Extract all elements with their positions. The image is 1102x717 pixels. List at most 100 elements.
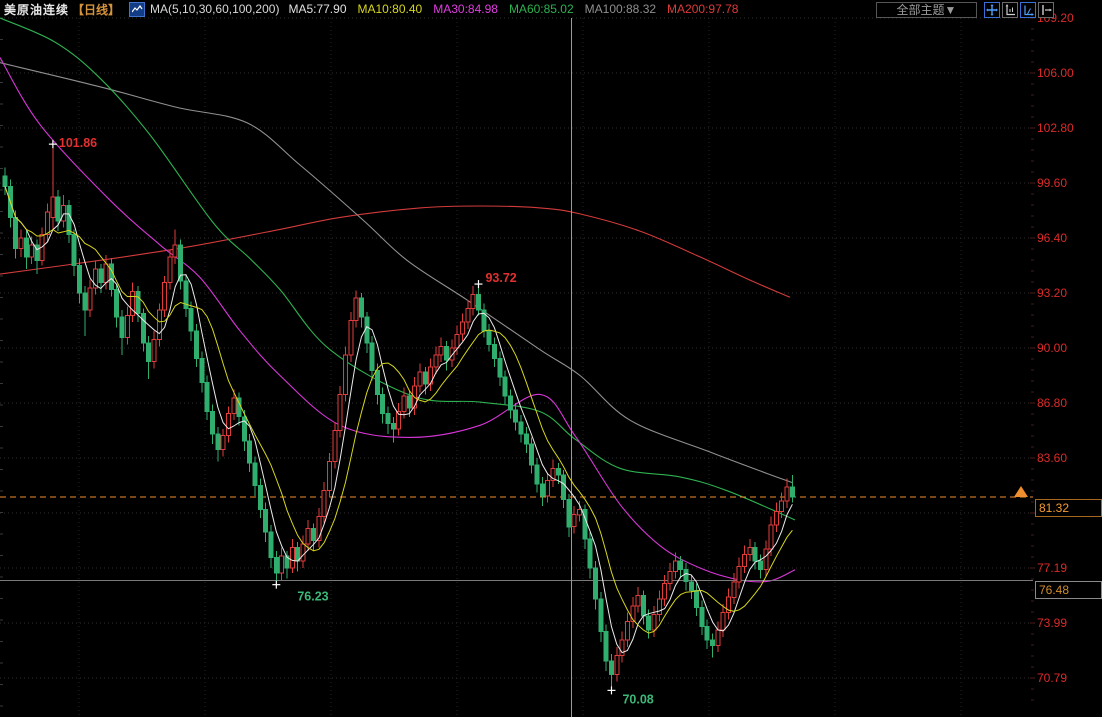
chart-canvas[interactable]: 101.8693.7276.2370.08 bbox=[0, 0, 1102, 717]
candle-body bbox=[604, 632, 608, 661]
candle-body bbox=[56, 197, 60, 221]
candle-body bbox=[700, 608, 704, 627]
candle-body bbox=[407, 396, 411, 408]
ma-legend-value: MA200:97.78 bbox=[667, 2, 738, 16]
candle-body bbox=[663, 584, 667, 600]
candle-body bbox=[232, 398, 236, 414]
candle-body bbox=[344, 355, 348, 395]
candle-body bbox=[652, 614, 656, 630]
candle-body bbox=[168, 257, 172, 283]
candle-body bbox=[99, 269, 103, 283]
candle-body bbox=[455, 334, 459, 348]
candle-body bbox=[370, 343, 374, 371]
extreme-price-annotation: 76.23 bbox=[297, 590, 328, 604]
candle-body bbox=[62, 205, 66, 221]
extreme-price-annotation: 70.08 bbox=[622, 692, 653, 706]
candle-body bbox=[322, 491, 326, 517]
candle-body bbox=[578, 510, 582, 515]
candle-body bbox=[386, 413, 390, 423]
candle-body bbox=[301, 544, 305, 561]
candle-body bbox=[524, 434, 528, 444]
candle-body bbox=[264, 510, 268, 532]
candle-body bbox=[785, 487, 789, 501]
candle-body bbox=[636, 596, 640, 606]
candle-body bbox=[189, 309, 193, 331]
candle-body bbox=[46, 212, 50, 234]
ma-legend-value: MA10:80.40 bbox=[358, 2, 423, 16]
candle-body bbox=[487, 331, 491, 345]
candle-body bbox=[333, 431, 337, 462]
candle-body bbox=[221, 436, 225, 450]
candle-body bbox=[790, 487, 794, 497]
candle-body bbox=[679, 561, 683, 570]
theme-selector-dropdown[interactable]: 全部主题▼ bbox=[876, 2, 977, 18]
y-axis-label: 99.60 bbox=[1037, 176, 1099, 190]
candle-body bbox=[14, 217, 18, 248]
ma-legend: MA5:77.90MA10:80.40MA30:84.98MA60:85.02M… bbox=[288, 2, 738, 16]
candle-body bbox=[732, 582, 736, 598]
candle-body bbox=[594, 568, 598, 599]
candle-body bbox=[657, 599, 661, 615]
period-label: 【日线】 bbox=[72, 1, 120, 18]
candle-body bbox=[466, 309, 470, 323]
candle-body bbox=[78, 266, 82, 294]
candle-body bbox=[492, 345, 496, 359]
candle-body bbox=[381, 394, 385, 413]
candle-body bbox=[546, 480, 550, 496]
candle-body bbox=[147, 343, 151, 362]
candle-body bbox=[668, 571, 672, 583]
ma-legend-value: MA30:84.98 bbox=[433, 2, 498, 16]
axis-scale-up-icon[interactable] bbox=[1002, 2, 1018, 18]
candle-body bbox=[30, 245, 34, 257]
candle-body bbox=[152, 339, 156, 361]
ma-legend-value: MA100:88.32 bbox=[585, 2, 656, 16]
y-axis-label: 83.60 bbox=[1037, 451, 1099, 465]
candle-body bbox=[615, 656, 619, 675]
current-price-tag: 81.32 bbox=[1035, 499, 1102, 517]
candle-body bbox=[743, 554, 747, 566]
candle-body bbox=[562, 475, 566, 499]
line-chart-icon[interactable] bbox=[129, 2, 145, 17]
candle-body bbox=[647, 616, 651, 630]
candle-body bbox=[200, 358, 204, 382]
y-axis-label: 73.99 bbox=[1037, 616, 1099, 630]
candle-body bbox=[349, 321, 353, 355]
candle-body bbox=[253, 463, 257, 485]
candle-body bbox=[673, 561, 677, 571]
candle-body bbox=[248, 441, 252, 463]
candle-body bbox=[375, 370, 379, 394]
candle-body bbox=[19, 238, 23, 248]
candle-body bbox=[514, 410, 518, 422]
collapse-panel-icon[interactable] bbox=[1038, 2, 1054, 18]
candle-body bbox=[88, 288, 92, 310]
ma-line-ma200 bbox=[0, 206, 790, 297]
candle-body bbox=[588, 539, 592, 568]
candle-body bbox=[269, 532, 273, 558]
candle-body bbox=[610, 661, 614, 675]
candle-body bbox=[461, 322, 465, 334]
candle-body bbox=[72, 235, 76, 266]
ma-group-label: MA(5,10,30,60,100,200) bbox=[150, 2, 279, 16]
ma-line-ma30 bbox=[0, 58, 795, 582]
candle-body bbox=[354, 298, 358, 320]
axis-scale-right-icon[interactable] bbox=[1020, 2, 1036, 18]
candle-body bbox=[163, 283, 167, 311]
candle-body bbox=[402, 396, 406, 412]
candle-body bbox=[136, 291, 140, 313]
candle-body bbox=[503, 377, 507, 396]
candle-body bbox=[540, 484, 544, 496]
y-axis-label: 106.00 bbox=[1037, 66, 1099, 80]
candle-body bbox=[711, 640, 715, 645]
y-axis-label: 77.19 bbox=[1037, 561, 1099, 575]
candle-body bbox=[716, 630, 720, 646]
candle-body bbox=[434, 355, 438, 367]
candle-body bbox=[157, 310, 161, 339]
candle-body bbox=[3, 176, 7, 186]
y-axis-label: 96.40 bbox=[1037, 231, 1099, 245]
pan-crosshair-icon[interactable] bbox=[984, 2, 1000, 18]
candle-body bbox=[599, 599, 603, 632]
candle-body bbox=[216, 434, 220, 450]
candle-body bbox=[418, 372, 422, 386]
candle-body bbox=[625, 621, 629, 640]
ma-line-ma60 bbox=[0, 18, 795, 520]
